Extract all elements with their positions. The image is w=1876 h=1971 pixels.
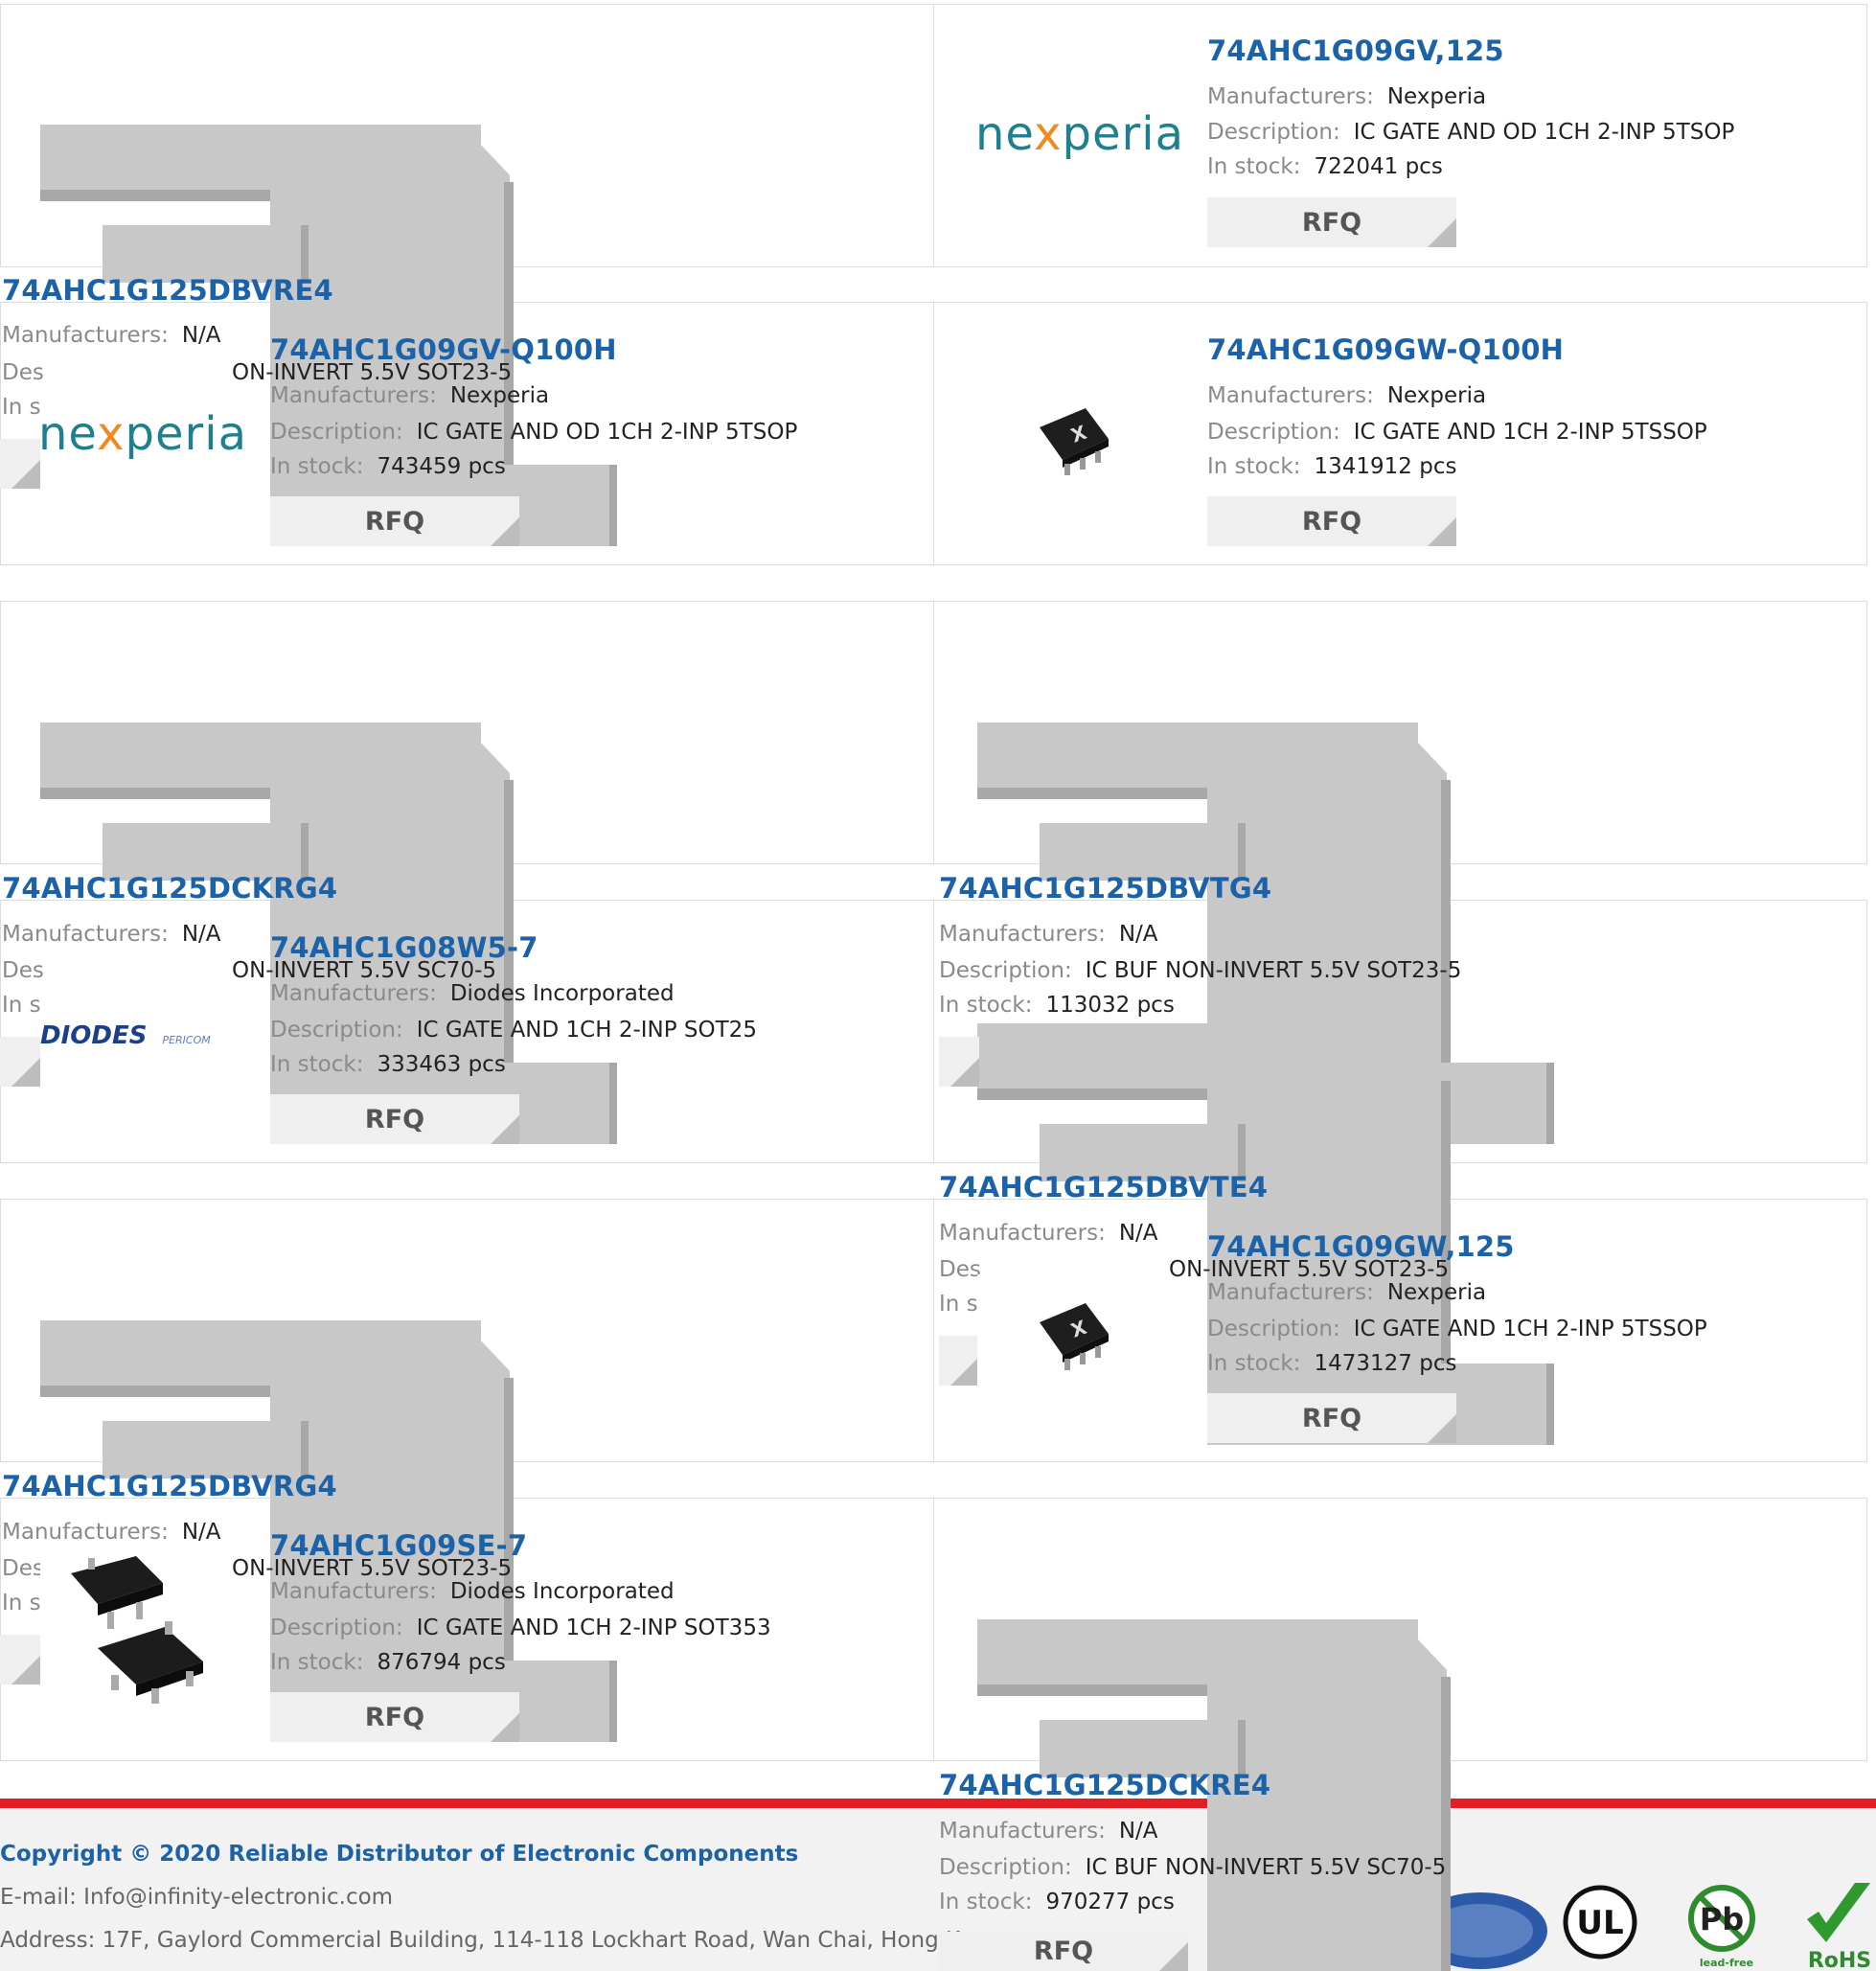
product-title-link[interactable]: 74AHC1G125DBVTG4 <box>939 872 1271 905</box>
manufacturer-row: Manufacturers: Nexperia <box>1207 383 1487 408</box>
rfq-button[interactable]: RFQ <box>270 1692 519 1742</box>
description-row-partial: Des <box>2 360 44 385</box>
rfq-button-partial[interactable] <box>0 1037 40 1087</box>
description-row: Description: IC GATE AND 1CH 2-INP SOT353 <box>270 1616 771 1640</box>
stock-row: In stock: 113032 pcs <box>939 993 1175 1018</box>
rfq-button-partial[interactable] <box>939 1336 979 1386</box>
manufacturer-row: Manufacturers: Diodes Incorporated <box>270 981 675 1006</box>
footer-address: Address: 17F, Gaylord Commercial Buildin… <box>0 1928 1001 1953</box>
manufacturer-row: Manufacturers: N/A <box>2 922 221 947</box>
footer-copyright: Copyright © 2020 Reliable Distributor of… <box>0 1842 799 1867</box>
product-title-link[interactable]: 74AHC1G08W5-7 <box>270 931 538 964</box>
description-row: Description: IC GATE AND OD 1CH 2-INP 5TS… <box>270 420 798 445</box>
manufacturer-row: Manufacturers: Nexperia <box>1207 84 1487 109</box>
stock-row: In stock: 970277 pcs <box>939 1890 1175 1914</box>
stock-row-partial: In s <box>939 1292 978 1317</box>
stock-row: In stock: 1341912 pcs <box>1207 454 1457 479</box>
rfq-button[interactable]: RFQ <box>939 1932 1188 1971</box>
stock-row: In stock: 876794 pcs <box>270 1650 506 1675</box>
description-row: Description: IC GATE AND 1CH 2-INP SOT25 <box>270 1018 757 1043</box>
product-title-link[interactable]: 74AHC1G125DCKRE4 <box>939 1769 1270 1801</box>
product-title-link[interactable]: 74AHC1G125DBVRE4 <box>2 274 333 307</box>
product-title-link[interactable]: 74AHC1G09GW,125 <box>1207 1230 1515 1263</box>
rohs-badge-icon: RoHS <box>1807 1883 1871 1971</box>
description-row: Description: IC GATE AND 1CH 2-INP 5TSSOP <box>1207 1317 1707 1341</box>
product-title-link[interactable]: 74AHC1G09GV-Q100H <box>270 333 617 366</box>
product-title-link[interactable]: 74AHC1G09GV,125 <box>1207 34 1504 67</box>
rfq-button-partial[interactable] <box>939 1037 979 1087</box>
svg-text:RoHS: RoHS <box>1808 1949 1871 1971</box>
description-row: Description: IC GATE AND OD 1CH 2-INP 5TS… <box>1207 120 1735 145</box>
sot353-chip-image-icon <box>71 1556 203 1704</box>
stock-row: In stock: 1473127 pcs <box>1207 1351 1457 1376</box>
manufacturer-row: Manufacturers: N/A <box>2 1520 221 1545</box>
manufacturer-row: Manufacturers: Nexperia <box>1207 1280 1487 1305</box>
rfq-button[interactable]: RFQ <box>270 496 519 546</box>
rfq-button[interactable]: RFQ <box>1207 1393 1456 1443</box>
product-title-link[interactable]: 74AHC1G09GW-Q100H <box>1207 333 1564 366</box>
footer-divider <box>0 1799 1876 1808</box>
manufacturer-row: Manufacturers: N/A <box>939 922 1158 947</box>
stock-row: In stock: 743459 pcs <box>270 454 506 479</box>
product-title-link[interactable]: 74AHC1G09SE-7 <box>270 1529 527 1562</box>
nexperia-logo: nexperia <box>38 407 247 461</box>
svg-text:UL: UL <box>1576 1904 1623 1942</box>
rfq-button[interactable]: RFQ <box>1207 496 1456 546</box>
rfq-button[interactable]: RFQ <box>270 1094 519 1144</box>
sot-chip-image-icon: X <box>1040 1303 1109 1370</box>
diodes-logo: DIODES PERICOM <box>40 1021 211 1050</box>
manufacturer-row: Manufacturers: N/A <box>939 1819 1158 1844</box>
product-title-link[interactable]: 74AHC1G125DBVTE4 <box>939 1171 1268 1203</box>
stock-row-partial: In s <box>2 993 41 1018</box>
nexperia-logo: nexperia <box>975 107 1184 161</box>
svg-text:Pb: Pb <box>1700 1901 1744 1937</box>
stock-row: In stock: 722041 pcs <box>1207 154 1443 179</box>
stock-row: In stock: 333463 pcs <box>270 1052 506 1077</box>
rfq-button[interactable]: RFQ <box>1207 197 1456 247</box>
rfq-button-partial[interactable] <box>0 439 40 489</box>
description-row: Description: IC GATE AND 1CH 2-INP 5TSSOP <box>1207 420 1707 445</box>
footer-email[interactable]: E-mail: Info@infinity-electronic.com <box>0 1885 393 1910</box>
stock-row-partial: In s <box>2 395 41 420</box>
ul-badge-icon: UL <box>1563 1885 1637 1960</box>
product-title-link[interactable]: 74AHC1G125DCKRG4 <box>2 872 337 905</box>
description-row-partial: Des <box>939 1257 981 1282</box>
description-row-partial: Des <box>2 1556 44 1581</box>
stock-row-partial: In s <box>2 1591 41 1616</box>
manufacturer-row: Manufacturers: Nexperia <box>270 383 550 408</box>
manufacturer-row: Manufacturers: Diodes Incorporated <box>270 1579 675 1604</box>
description-row: Description: IC BUF NON-INVERT 5.5V SC70-… <box>939 1855 1447 1880</box>
manufacturer-row: Manufacturers: N/A <box>939 1221 1158 1246</box>
svg-text:lead-free: lead-free <box>1700 1957 1753 1969</box>
sot-chip-image-icon: X <box>1040 408 1109 475</box>
rfq-button-partial[interactable] <box>0 1635 40 1685</box>
lead-free-badge-icon: Pb lead-free <box>1688 1885 1755 1969</box>
description-row: Description: IC BUF NON-INVERT 5.5V SOT23… <box>939 958 1462 983</box>
product-title-link[interactable]: 74AHC1G125DBVRG4 <box>2 1470 337 1502</box>
description-row-partial: Des <box>2 958 44 983</box>
manufacturer-row: Manufacturers: N/A <box>2 323 221 348</box>
